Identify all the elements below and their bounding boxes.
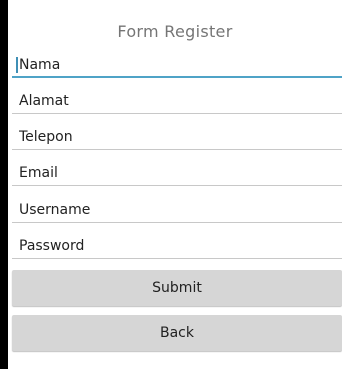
alamat-field[interactable] <box>12 88 342 114</box>
submit-button[interactable]: Submit <box>12 270 342 306</box>
nama-underline <box>12 76 342 78</box>
telepon-field[interactable] <box>12 124 342 150</box>
password-field[interactable] <box>12 233 342 259</box>
telepon-input[interactable] <box>12 124 342 150</box>
username-input[interactable] <box>12 197 342 223</box>
alamat-input[interactable] <box>12 88 342 114</box>
register-screen: Form Register Submit Back <box>8 0 342 369</box>
username-field[interactable] <box>12 197 342 223</box>
password-input[interactable] <box>12 233 342 259</box>
email-field[interactable] <box>12 160 342 186</box>
password-underline <box>12 258 342 259</box>
nama-input[interactable] <box>12 52 342 78</box>
back-button[interactable]: Back <box>12 315 342 351</box>
telepon-underline <box>12 149 342 150</box>
email-underline <box>12 185 342 186</box>
email-input[interactable] <box>12 160 342 186</box>
nama-field[interactable] <box>12 52 342 78</box>
text-cursor <box>16 57 18 73</box>
alamat-underline <box>12 113 342 114</box>
username-underline <box>12 222 342 223</box>
page-title: Form Register <box>117 22 233 41</box>
